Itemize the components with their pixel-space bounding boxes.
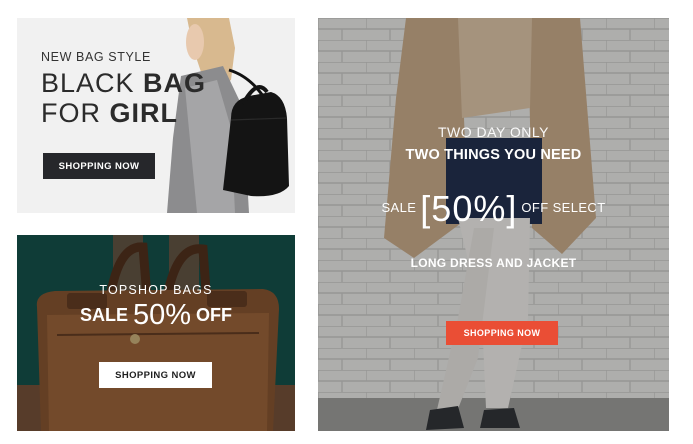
off-word: OFF bbox=[191, 305, 233, 325]
sale-word: SALE bbox=[79, 305, 133, 325]
topshop-shopping-now-button[interactable]: SHOPPING NOW bbox=[99, 362, 212, 388]
title-black: BLACK bbox=[41, 68, 144, 98]
off-select-word: OFF SELECT bbox=[517, 200, 606, 215]
two-things-title: TWO THINGS YOU NEED bbox=[405, 147, 582, 163]
topshop-dark-overlay bbox=[17, 235, 295, 431]
sale-percent: [50%] bbox=[420, 188, 518, 229]
black-bag-headline: NEW BAG STYLE BLACK BAG FOR GIRL bbox=[41, 50, 206, 128]
black-bag-title: BLACK BAG FOR GIRL bbox=[41, 68, 206, 128]
topshop-bags-kicker: TOPSHOP BAGS bbox=[99, 283, 213, 297]
sale-percent: 50% bbox=[132, 299, 192, 331]
two-day-shopping-now-button[interactable]: SHOPPING NOW bbox=[446, 321, 558, 345]
title-girl: GIRL bbox=[109, 98, 178, 128]
two-day-sale-headline: SALE [50%] OFF SELECT bbox=[318, 188, 669, 230]
two-day-only-kicker: TWO DAY ONLY bbox=[437, 124, 549, 140]
long-dress-subtitle: LONG DRESS AND JACKET bbox=[410, 256, 577, 270]
black-bag-banner[interactable]: NEW BAG STYLE BLACK BAG FOR GIRL SHOPPIN… bbox=[17, 18, 295, 213]
sale-word: SALE bbox=[381, 200, 421, 215]
two-day-sale-banner[interactable]: TWO DAY ONLY TWO THINGS YOU NEED SALE [5… bbox=[318, 18, 669, 431]
topshop-sale-headline: SALE 50% OFF bbox=[17, 299, 295, 332]
title-bag: BAG bbox=[143, 68, 207, 98]
new-bag-style-kicker: NEW BAG STYLE bbox=[41, 50, 151, 64]
title-for: FOR bbox=[41, 98, 110, 128]
topshop-bags-banner[interactable]: TOPSHOP BAGS SALE 50% OFF SHOPPING NOW bbox=[17, 235, 295, 431]
black-bag-shopping-now-button[interactable]: SHOPPING NOW bbox=[43, 153, 155, 179]
